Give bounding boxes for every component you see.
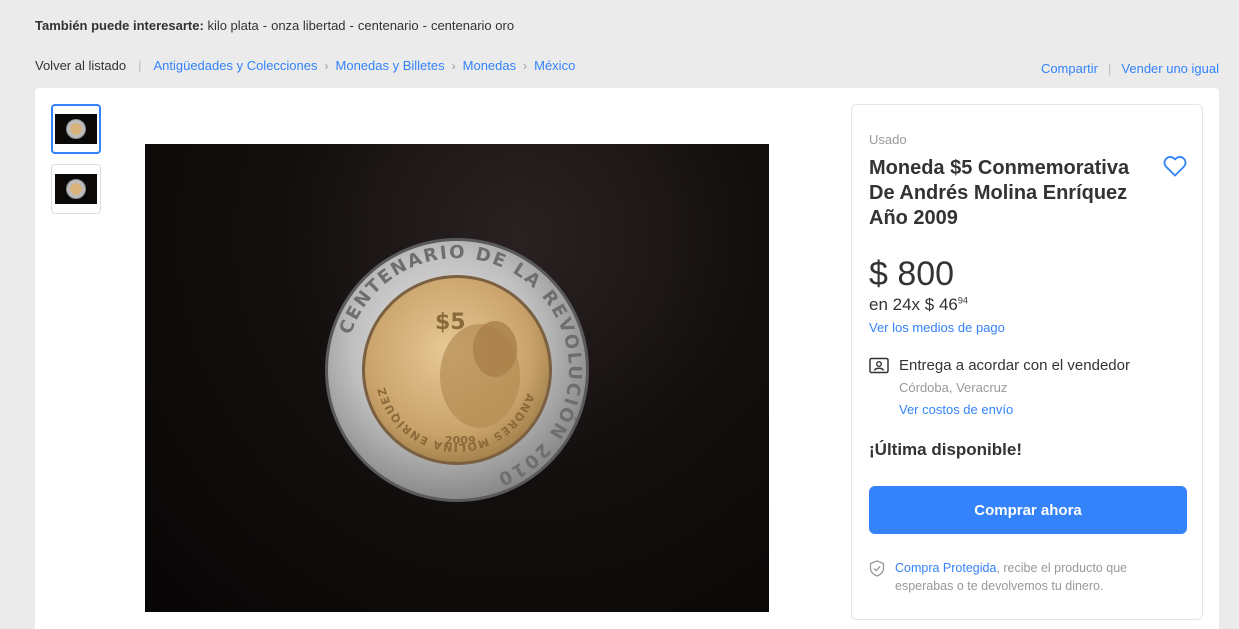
related-item[interactable]: kilo plata	[207, 18, 258, 33]
related-searches: También puede interesarte: kilo plata - on…	[35, 18, 515, 33]
condition-label: Usado	[869, 132, 907, 147]
shipping-cost-link[interactable]: Ver costos de envío	[899, 402, 1013, 417]
breadcrumb-item[interactable]: México	[534, 58, 575, 73]
back-to-list-link[interactable]: Volver al listado	[35, 58, 126, 73]
protected-purchase-link[interactable]: Compra Protegida	[895, 561, 996, 575]
payment-methods-link[interactable]: Ver los medios de pago	[869, 320, 1005, 335]
coin-thumbnail-image	[66, 179, 86, 199]
shield-icon	[869, 560, 885, 577]
share-link[interactable]: Compartir	[1041, 61, 1098, 76]
shipping-info: Entrega a acordar con el vendedor	[899, 357, 1130, 374]
heart-icon[interactable]	[1163, 155, 1187, 177]
stock-status: ¡Última disponible!	[869, 440, 1022, 459]
gallery-thumbnail[interactable]	[51, 164, 101, 214]
installments-amount: en 24x $ 46	[869, 295, 958, 314]
coin-denomination: $5	[435, 310, 466, 335]
coin-photo: CENTENARIO DE LA REVOLUCIÓN 2010 ANDRÉS …	[325, 238, 589, 502]
buy-box: Usado Moneda $5 Conmemorativa De Andrés …	[851, 104, 1203, 620]
breadcrumb-item[interactable]: Antigüedades y Colecciones	[153, 58, 317, 73]
related-item[interactable]: centenario oro	[431, 18, 514, 33]
related-item[interactable]: onza libertad	[271, 18, 345, 33]
gallery-thumbnail[interactable]	[51, 104, 101, 154]
seller-location: Córdoba, Veracruz	[899, 380, 1008, 395]
coin-year: 2009	[445, 434, 476, 447]
related-item[interactable]: centenario	[358, 18, 419, 33]
product-card: CENTENARIO DE LA REVOLUCIÓN 2010 ANDRÉS …	[35, 88, 1219, 629]
chevron-right-icon: ›	[451, 58, 456, 73]
related-label: También puede interesarte:	[35, 18, 204, 33]
user-card-icon	[869, 357, 889, 374]
coin-thumbnail-image	[66, 119, 86, 139]
installments-cents: 94	[957, 295, 968, 306]
buy-now-button[interactable]: Comprar ahora	[869, 486, 1187, 534]
breadcrumb: Volver al listado | Antigüedades y Colec…	[35, 58, 576, 73]
breadcrumb-item[interactable]: Monedas y Billetes	[336, 58, 445, 73]
price: $ 800	[869, 255, 955, 293]
chevron-right-icon: ›	[523, 58, 528, 73]
breadcrumb-item[interactable]: Monedas	[463, 58, 516, 73]
sell-same-link[interactable]: Vender uno igual	[1121, 61, 1219, 76]
product-title: Moneda $5 Conmemorativa De Andrés Molina…	[869, 157, 1130, 229]
chevron-right-icon: ›	[324, 58, 329, 73]
installments: en 24x $ 4694	[869, 295, 968, 315]
product-main-image[interactable]: CENTENARIO DE LA REVOLUCIÓN 2010 ANDRÉS …	[145, 144, 769, 612]
purchase-protection: Compra Protegida, recibe el producto que…	[895, 559, 1185, 595]
listing-actions: Compartir | Vender uno igual	[1040, 61, 1219, 76]
